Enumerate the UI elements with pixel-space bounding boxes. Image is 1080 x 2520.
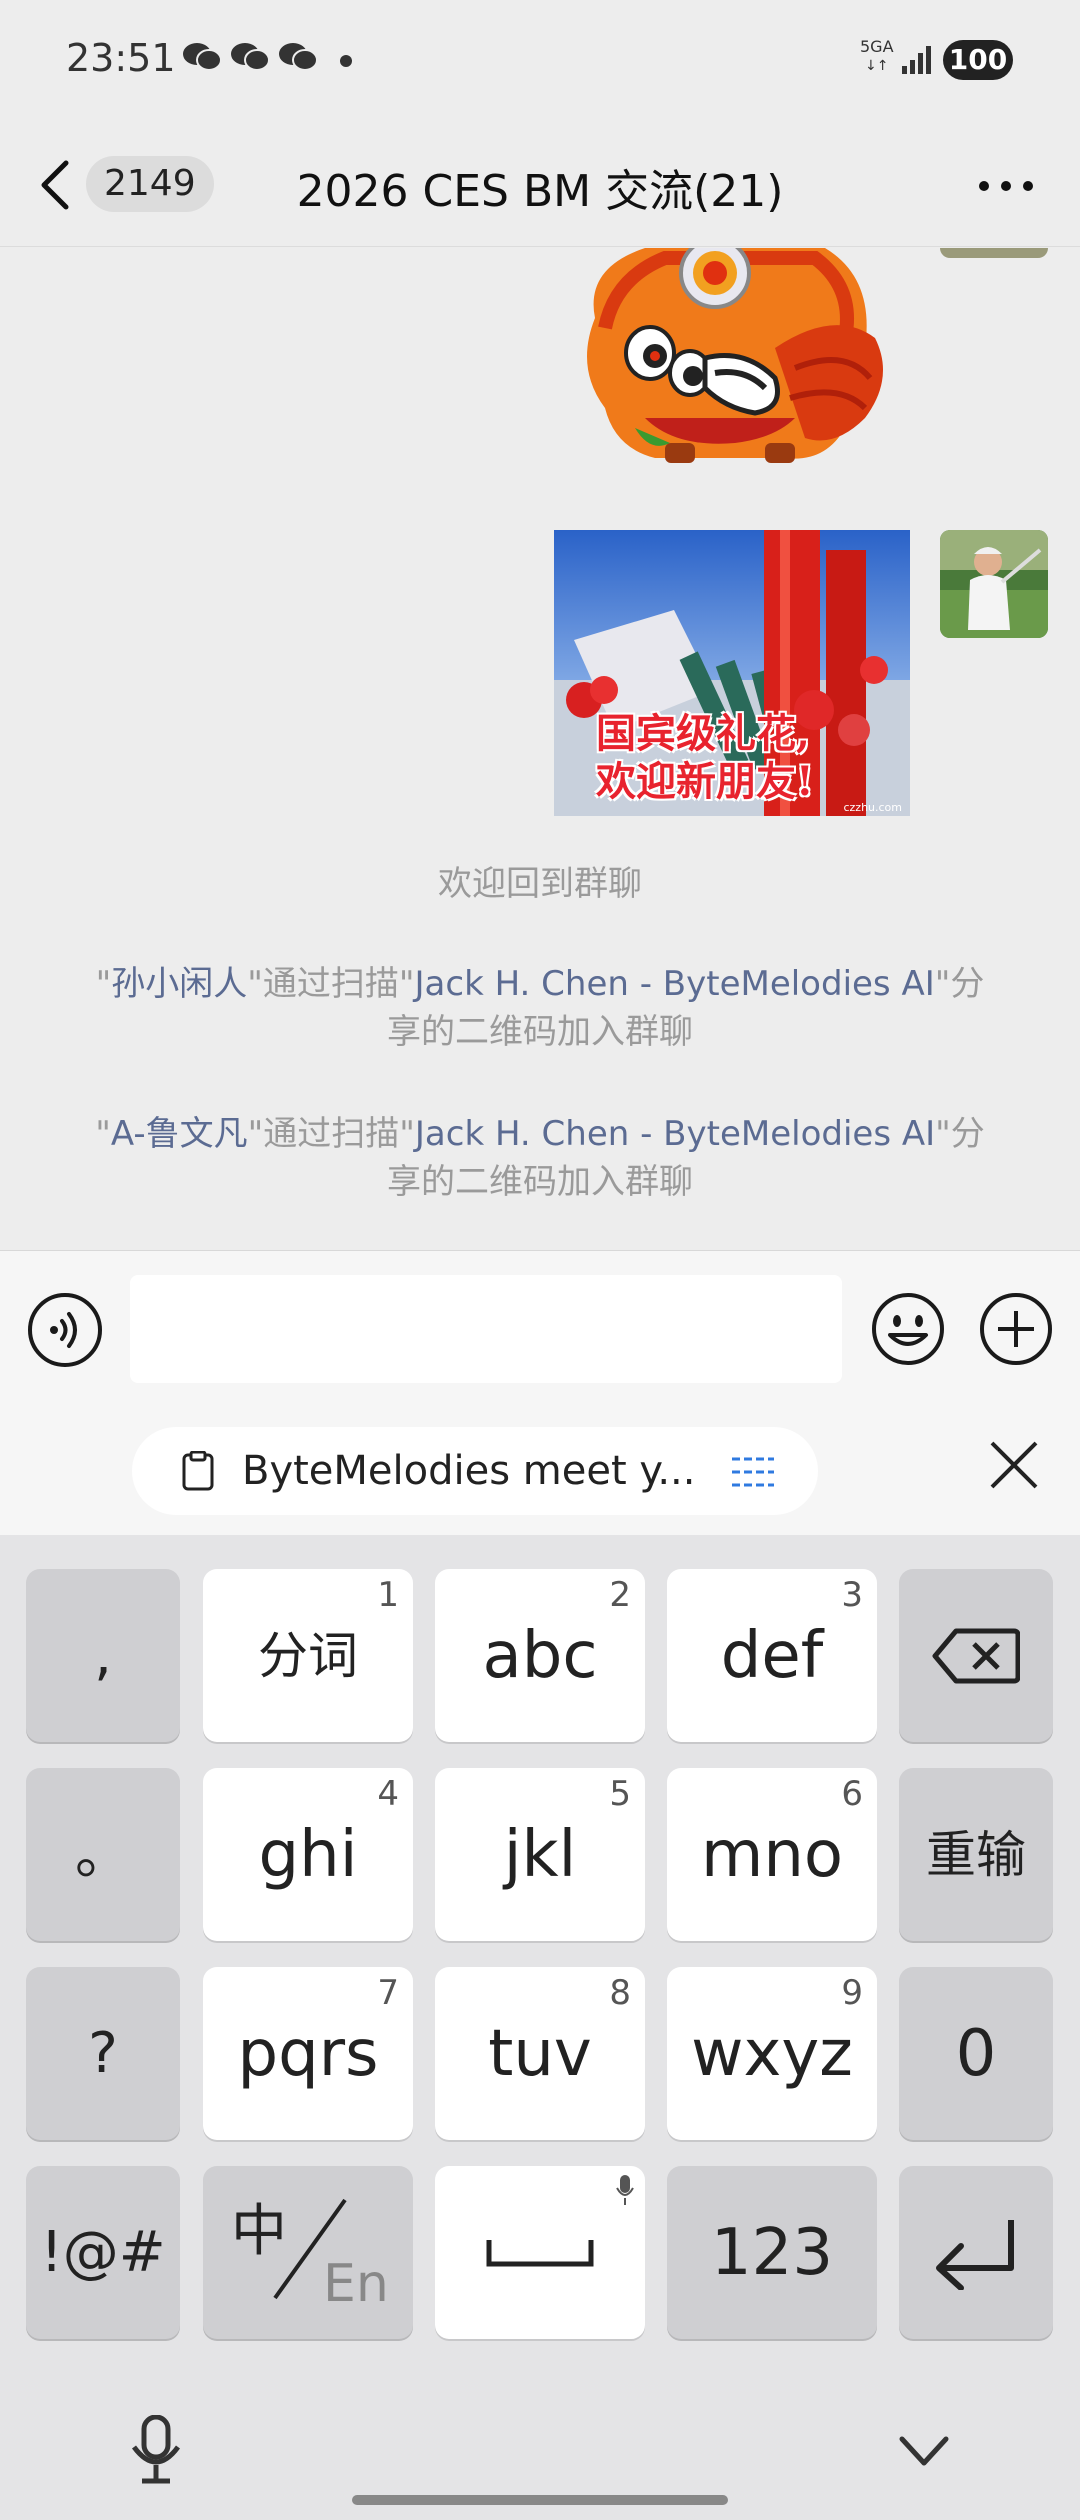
status-bar: 23:51 5GA ↓↑ 100 [0,0,1080,125]
system-message-text: 欢迎回到群聊 [438,864,642,904]
member-name-link[interactable]: 孙小闲人 [111,964,247,1004]
wechat-icon [231,43,270,71]
sharer-name-link[interactable]: Jack H. Chen - ByteMelodies AI [415,1114,935,1154]
key-3-def[interactable]: 3 def [667,1569,877,1742]
key-label: !@# [40,2219,166,2285]
chat-header: 2149 2026 CES BM 交流(21) [0,125,1080,247]
voice-typing-icon[interactable] [130,2415,182,2485]
home-indicator[interactable] [352,2495,728,2505]
key-number: 7 [377,1973,399,2013]
key-label: 重输 [926,1825,1026,1884]
key-label: def [720,1618,824,1693]
clipboard-suggestion[interactable]: ByteMelodies meet y... [132,1427,818,1515]
system-message: "A-鲁文凡"通过扫描"Jack H. Chen - ByteMelodies … [80,1110,1000,1206]
quote-mark: " [95,1114,111,1154]
message-input[interactable] [130,1275,842,1383]
key-4-ghi[interactable]: 4 ghi [203,1768,413,1941]
key-number: 8 [609,1973,631,2013]
key-label: pqrs [237,2016,379,2091]
voice-input-icon[interactable] [28,1293,102,1367]
enter-icon [936,2219,1014,2290]
mic-icon [616,2175,634,2205]
key-label: ? [88,2020,118,2086]
key-number: 3 [841,1575,863,1615]
system-message: "孙小闲人"通过扫描"Jack H. Chen - ByteMelodies A… [80,960,1000,1056]
notification-dot [340,55,352,67]
network-label: 5GA [860,37,894,56]
key-5-jkl[interactable]: 5 jkl [435,1768,645,1941]
key-number: 9 [841,1973,863,2013]
key-label: 。 [75,1821,131,1887]
expand-list-icon[interactable] [732,1455,774,1489]
key-number: 1 [377,1575,399,1615]
image-watermark: czzhu.com [843,801,902,814]
image-caption: 国宾级礼花, 欢迎新朋友! [596,710,814,805]
key-number: 4 [377,1774,399,1814]
key-label: jkl [503,1817,577,1892]
image-message[interactable]: 国宾级礼花, 欢迎新朋友! czzhu.com [554,530,910,816]
battery-indicator: 100 [943,40,1013,80]
key-symbols[interactable]: !@# [26,2166,180,2339]
system-message: 欢迎回到群聊 [80,860,1000,908]
key-label: tuv [488,2016,592,2091]
key-8-tuv[interactable]: 8 tuv [435,1967,645,2140]
key-question[interactable]: ? [26,1967,180,2140]
lion-dance-sticker[interactable] [575,248,905,468]
sharer-name-link[interactable]: Jack H. Chen - ByteMelodies AI [415,964,935,1004]
key-1-segment[interactable]: 1 分词 [203,1569,413,1742]
key-label-en: En [323,2254,389,2314]
network-type: 5GA ↓↑ [860,38,894,75]
key-number: 2 [609,1575,631,1615]
key-comma[interactable]: , [26,1569,180,1742]
space-bar-icon [486,2239,594,2266]
status-time: 23:51 [66,36,176,80]
system-message-text: "通过扫描" [247,964,415,1004]
keyboard: , 1 分词 2 abc 3 def 。 4 ghi 5 jkl 6 mno 重输 ? 7p… [0,1535,1080,2520]
chat-message-list[interactable]: 国宾级礼花, 欢迎新朋友! czzhu.com 欢迎回到群聊 "孙小闲人"通过扫… [0,248,1080,1250]
data-arrows-icon: ↓↑ [865,58,889,74]
key-reinput[interactable]: 重输 [899,1768,1053,1941]
emoji-icon[interactable] [870,1291,946,1367]
clipboard-suggestion-bar: ByteMelodies meet y... [0,1405,1080,1535]
message-input-bar [0,1250,1080,1405]
key-number: 6 [841,1774,863,1814]
backspace-icon [932,1628,1020,1683]
key-cn-en-switch[interactable]: 中 En [203,2166,413,2339]
key-123[interactable]: 123 [667,2166,877,2339]
key-backspace[interactable] [899,1569,1053,1742]
clipboard-icon [182,1451,214,1491]
key-period[interactable]: 。 [26,1768,180,1941]
more-options-icon[interactable] [976,180,1036,192]
key-space[interactable] [435,2166,645,2339]
key-7-pqrs[interactable]: 7 pqrs [203,1967,413,2140]
signal-icon [902,46,931,74]
key-label: 123 [710,2215,834,2290]
key-label: ghi [258,1817,358,1892]
key-0[interactable]: 0 [899,1967,1053,2140]
key-9-wxyz[interactable]: 9 wxyz [667,1967,877,2140]
key-enter[interactable] [899,2166,1053,2339]
key-label: mno [700,1817,844,1892]
quote-mark: " [95,964,112,1004]
add-attachment-icon[interactable] [978,1291,1054,1367]
key-label: 分词 [258,1626,358,1685]
key-label: , [94,1622,112,1688]
key-number: 5 [609,1774,631,1814]
chat-title: 2026 CES BM 交流(21) [296,166,784,217]
close-icon[interactable] [988,1439,1040,1491]
avatar[interactable] [940,530,1048,638]
clipboard-text: ByteMelodies meet y... [242,1448,696,1494]
key-2-abc[interactable]: 2 abc [435,1569,645,1742]
key-label: 0 [955,2016,997,2091]
wechat-icon [279,43,318,71]
key-label: wxyz [691,2016,853,2091]
system-message-text: "通过扫描" [247,1114,415,1154]
wechat-icon [183,43,222,71]
avatar-photo [940,530,1048,638]
key-6-mno[interactable]: 6 mno [667,1768,877,1941]
member-name-link[interactable]: A-鲁文凡 [111,1114,248,1154]
hide-keyboard-icon[interactable] [898,2435,950,2467]
avatar[interactable] [940,248,1048,258]
key-label: abc [482,1618,598,1693]
